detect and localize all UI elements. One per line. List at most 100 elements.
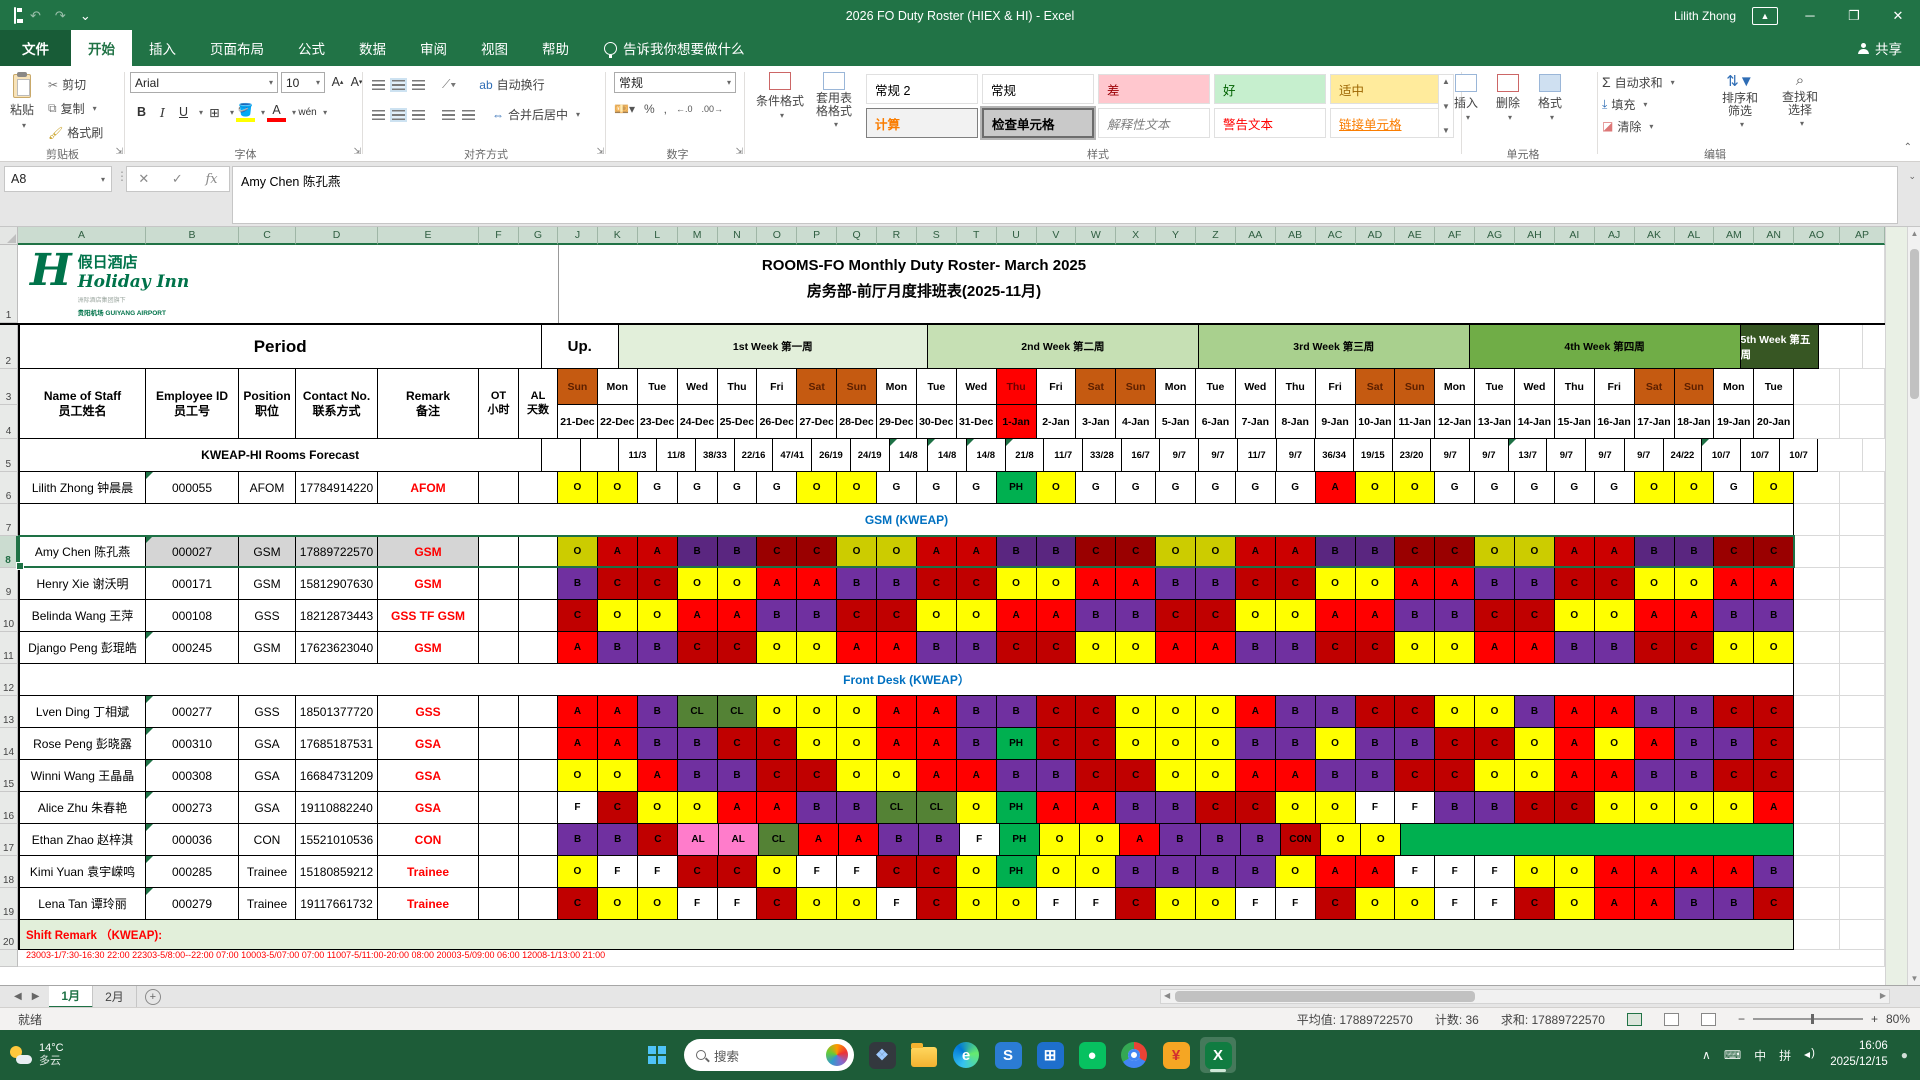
col-header-AL[interactable]: AL [1675,227,1715,245]
day-cell-6-Jan[interactable]: Tue [1196,369,1236,405]
close-button[interactable]: ✕ [1876,0,1920,31]
shift-cell-CL[interactable]: CL [718,696,758,728]
shift-cell-A[interactable]: A [1316,600,1356,632]
shift-cell-PH[interactable]: PH [997,472,1037,504]
shift-cell-C[interactable]: C [638,568,678,600]
remark-cell[interactable]: GSS [378,696,479,728]
shift-cell-C[interactable]: C [1555,792,1595,824]
shift-cell-O[interactable]: O [598,888,638,920]
shift-cell-O[interactable]: O [837,472,877,504]
date-cell-7-Jan[interactable]: 7-Jan [1236,405,1276,439]
shift-cell-C[interactable]: C [1754,696,1794,728]
shift-cell-B[interactable]: B [797,792,837,824]
shift-cell-B[interactable]: B [957,632,997,664]
row-header-5[interactable]: 5 [0,439,18,472]
forecast-cell-20-Jan[interactable]: 10/7 [1780,439,1819,472]
position-cell[interactable]: GSS [239,600,296,632]
vertical-scrollbar[interactable]: ▲ ▼ [1907,227,1920,985]
shift-cell-C[interactable]: C [1435,536,1475,568]
shift-cell-B[interactable]: B [1196,568,1236,600]
formula-bar-expand-icon[interactable]: ⌄ [1908,171,1916,182]
shift-cell-G[interactable]: G [1276,472,1316,504]
shift-cell-O[interactable]: O [1196,728,1236,760]
shift-cell-C[interactable]: C [797,536,837,568]
find-select-button[interactable]: ⌕ 查找和选择▾ [1772,70,1828,130]
align-bottom-icon[interactable] [412,80,425,90]
col-header-AE[interactable]: AE [1395,227,1435,245]
day-cell-19-Jan[interactable]: Mon [1714,369,1754,405]
shift-cell-O[interactable]: O [1116,728,1156,760]
shift-cell-A[interactable]: A [837,632,877,664]
shift-cell-A[interactable]: A [1595,856,1635,888]
shift-cell-O[interactable]: O [1356,472,1396,504]
shift-cell-C[interactable]: C [1675,632,1715,664]
shift-cell-A[interactable]: A [1356,600,1396,632]
date-cell-29-Dec[interactable]: 29-Dec [877,405,917,439]
row-header-14[interactable]: 14 [0,728,18,760]
shift-cell-A[interactable]: A [638,536,678,568]
day-cell-1-Jan[interactable]: Thu [997,369,1037,405]
date-cell-22-Dec[interactable]: 22-Dec [598,405,638,439]
remark-cell[interactable]: CON [378,824,479,856]
col-header-L[interactable]: L [638,227,678,245]
shift-cell-O[interactable]: O [598,472,638,504]
shift-cell-O[interactable]: O [1076,856,1116,888]
shift-cell-C[interactable]: C [1196,792,1236,824]
zoom-out-icon[interactable]: − [1738,1012,1745,1026]
position-cell[interactable]: CON [239,824,296,856]
shift-cell-O[interactable]: O [678,568,718,600]
shift-cell-A[interactable]: A [598,696,638,728]
col-header-AI[interactable]: AI [1555,227,1595,245]
col-header-Z[interactable]: Z [1196,227,1236,245]
shift-cell-O[interactable]: O [1316,568,1356,600]
format-cells-button[interactable]: 格式▾ [1532,72,1568,124]
taskbar-clock[interactable]: 16:062025/12/15 [1830,1039,1888,1070]
format-painter-button[interactable]: 🖌格式刷 [46,122,105,143]
shift-cell-C[interactable]: C [1356,632,1396,664]
share-button[interactable]: 共享 [1840,30,1920,66]
position-cell[interactable]: AFOM [239,472,296,504]
shift-cell-A[interactable]: A [558,632,598,664]
shift-cell-A[interactable]: A [1595,696,1635,728]
shift-cell-B[interactable]: B [718,536,758,568]
col-header-T[interactable]: T [957,227,997,245]
zoom-in-icon[interactable]: + [1871,1012,1878,1026]
col-header-G[interactable]: G [519,227,558,245]
shift-cell-O[interactable]: O [1037,472,1077,504]
insert-function-icon[interactable]: fx [205,172,217,187]
start-button[interactable] [640,1038,674,1072]
number-dialog-launcher[interactable]: ⇲ [735,146,743,157]
insert-cells-button[interactable]: 插入▾ [1448,72,1484,124]
forecast-cell-22-Dec[interactable]: 11/8 [657,439,696,472]
shift-cell-C[interactable]: C [558,888,598,920]
row-header-6[interactable]: 6 [0,472,18,504]
col-header-AF[interactable]: AF [1435,227,1475,245]
shift-cell-B[interactable]: B [837,792,877,824]
shift-cell-C[interactable]: C [1555,568,1595,600]
shift-cell-A[interactable]: A [1276,760,1316,792]
shift-cell-O[interactable]: O [1080,824,1120,856]
shift-cell-B[interactable]: B [919,824,959,856]
shift-cell-O[interactable]: O [1356,568,1396,600]
cell-style-适中[interactable]: 适中 [1330,74,1442,104]
shift-cell-C[interactable]: C [917,856,957,888]
comma-style-icon[interactable]: , [664,102,667,116]
shift-cell-A[interactable]: A [678,600,718,632]
shift-cell-O[interactable]: O [837,888,877,920]
shift-cell-O[interactable]: O [1037,568,1077,600]
col-header-V[interactable]: V [1037,227,1077,245]
shift-cell-C[interactable]: C [1076,760,1116,792]
shrink-font-button[interactable]: A▾ [347,72,366,92]
day-cell-8-Jan[interactable]: Thu [1276,369,1316,405]
row-header-11[interactable]: 11 [0,632,18,664]
number-format-combo[interactable]: 常规▾ [614,72,736,93]
shift-cell-O[interactable]: O [1321,824,1361,856]
forecast-cell-31-Dec[interactable]: 21/8 [1006,439,1045,472]
date-cell-31-Dec[interactable]: 31-Dec [957,405,997,439]
date-cell-23-Dec[interactable]: 23-Dec [638,405,678,439]
tell-me-box[interactable]: 告诉我你想要做什么 [596,30,753,66]
forecast-cell-30-Dec[interactable]: 14/8 [967,439,1006,472]
shift-cell-B[interactable]: B [678,728,718,760]
shift-cell-B[interactable]: B [598,632,638,664]
week-header-5[interactable]: 5th Week 第五周 [1741,325,1819,369]
